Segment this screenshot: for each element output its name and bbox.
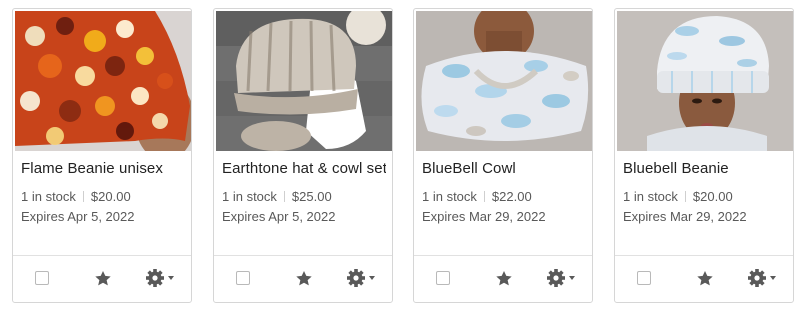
card-actions	[214, 255, 392, 302]
stock-count: 1 in stock	[422, 189, 477, 204]
listing-meta: 1 in stock $22.00	[422, 189, 532, 204]
listing-price: $20.00	[692, 189, 733, 204]
divider	[82, 191, 84, 202]
gear-icon[interactable]	[146, 268, 178, 288]
stock-count: 1 in stock	[222, 189, 277, 204]
listing-title[interactable]: Flame Beanie unisex	[21, 160, 185, 177]
card-actions	[13, 255, 191, 302]
expiration-date: Expires Apr 5, 2022	[222, 209, 336, 224]
star-icon[interactable]	[494, 269, 514, 288]
gear-icon[interactable]	[347, 268, 379, 288]
listing-title[interactable]: Bluebell Beanie	[623, 160, 787, 177]
select-checkbox[interactable]	[436, 271, 450, 285]
listing-thumbnail-bluebell-cowl[interactable]	[416, 11, 592, 151]
divider	[483, 191, 485, 202]
divider	[684, 191, 686, 202]
expiration-date: Expires Mar 29, 2022	[422, 209, 546, 224]
listing-meta: 1 in stock $20.00	[623, 189, 733, 204]
listing-meta: 1 in stock $20.00	[21, 189, 131, 204]
listing-card[interactable]: BlueBell Cowl 1 in stock $22.00 Expires M…	[413, 8, 593, 303]
listing-price: $22.00	[491, 189, 532, 204]
gear-icon[interactable]	[547, 268, 579, 288]
listing-card[interactable]: Flame Beanie unisex 1 in stock $20.00 Exp…	[12, 8, 192, 303]
star-icon[interactable]	[294, 269, 314, 288]
listing-title[interactable]: Earthtone hat & cowl set	[222, 160, 386, 177]
select-checkbox[interactable]	[35, 271, 49, 285]
gear-icon[interactable]	[748, 268, 780, 288]
card-actions	[615, 255, 793, 302]
select-checkbox[interactable]	[637, 271, 651, 285]
expiration-date: Expires Mar 29, 2022	[623, 209, 747, 224]
stock-count: 1 in stock	[21, 189, 76, 204]
star-icon[interactable]	[93, 269, 113, 288]
listing-card[interactable]: Bluebell Beanie 1 in stock $20.00 Expires…	[614, 8, 794, 303]
star-icon[interactable]	[695, 269, 715, 288]
listing-thumbnail-earthtone-hat[interactable]	[216, 11, 392, 151]
select-checkbox[interactable]	[236, 271, 250, 285]
listing-price: $25.00	[291, 189, 332, 204]
listing-thumbnail-bluebell-beanie[interactable]	[617, 11, 793, 151]
listing-thumbnail-flame-beanie[interactable]	[15, 11, 191, 151]
expiration-date: Expires Apr 5, 2022	[21, 209, 135, 224]
listing-meta: 1 in stock $25.00	[222, 189, 332, 204]
divider	[283, 191, 285, 202]
listing-card[interactable]: Earthtone hat & cowl set 1 in stock $25.0…	[213, 8, 393, 303]
card-actions	[414, 255, 592, 302]
stock-count: 1 in stock	[623, 189, 678, 204]
listing-title[interactable]: BlueBell Cowl	[422, 160, 586, 177]
listing-price: $20.00	[90, 189, 131, 204]
